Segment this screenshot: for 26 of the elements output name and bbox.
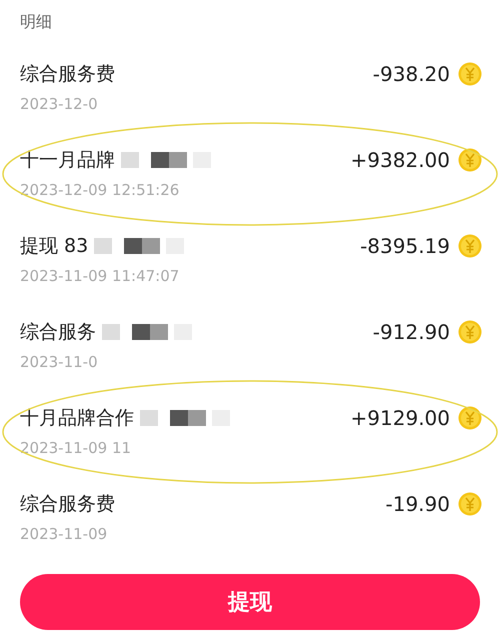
- transaction-date: 2023-11-0: [20, 353, 99, 371]
- transaction-amount: -938.20: [372, 62, 450, 86]
- transaction-date: 2023-12-09 12:51:26: [20, 181, 180, 199]
- transaction-amount: -19.90: [386, 492, 450, 516]
- transaction-amount: +9382.00: [350, 148, 450, 172]
- coin-icon: [458, 148, 482, 172]
- withdraw-button[interactable]: 提现: [20, 574, 480, 630]
- transaction-date: 2023-11-09 11:47:07: [20, 267, 180, 285]
- coin-icon: [458, 492, 482, 516]
- transaction-date: 2023-11-09 11: [20, 439, 132, 457]
- coin-icon: [458, 406, 482, 430]
- transaction-title: 提现 83: [20, 234, 88, 259]
- transaction-amount: -8395.19: [360, 234, 450, 258]
- coin-icon: [458, 62, 482, 86]
- transaction-title: 十一月品牌: [20, 148, 115, 173]
- transaction-amount: -912.90: [372, 320, 450, 344]
- transaction-title: 十月品牌合作: [20, 406, 134, 431]
- transaction-date: 2023-11-09: [20, 525, 108, 543]
- coin-icon: [458, 234, 482, 258]
- transaction-title: 综合服务费: [20, 62, 115, 87]
- coin-icon: [458, 320, 482, 344]
- transaction-title: 综合服务: [20, 320, 96, 345]
- transaction-title: 综合服务费: [20, 492, 115, 517]
- transaction-amount: +9129.00: [350, 406, 450, 430]
- transaction-date: 2023-12-0: [20, 95, 99, 113]
- section-title: 明细: [19, 11, 53, 33]
